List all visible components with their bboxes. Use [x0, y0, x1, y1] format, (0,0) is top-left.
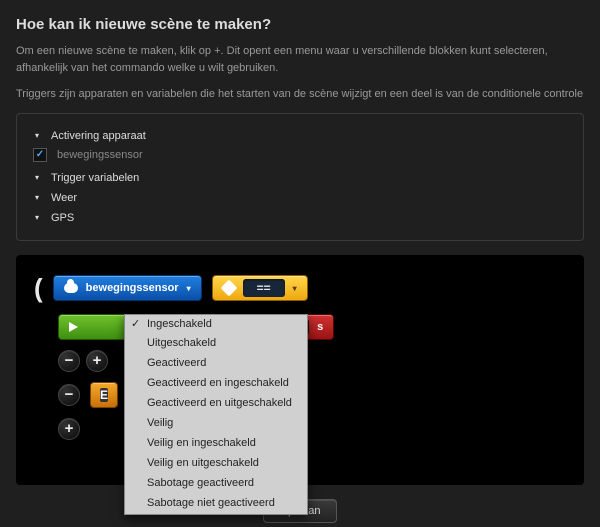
scene-builder: ( bewegingssensor ▾ == ▾ 0 s − +	[16, 255, 584, 485]
dropdown-option[interactable]: Geactiveerd en ingeschakeld	[125, 374, 307, 394]
chevron-down-icon: ▾	[33, 213, 41, 222]
triggers-text: Triggers zijn apparaten en variabelen di…	[16, 86, 584, 103]
group-weer[interactable]: ▾ Weer	[33, 188, 567, 208]
dropdown-option[interactable]: Veilig en ingeschakeld	[125, 434, 307, 454]
dropdown-option[interactable]: Geactiveerd	[125, 354, 307, 374]
group-activering-apparaat[interactable]: ▾ Activering apparaat	[33, 126, 567, 146]
checkbox-checked-icon[interactable]: ✓	[33, 148, 47, 162]
device-block[interactable]: bewegingssensor ▾	[53, 275, 202, 301]
chevron-down-icon: ▾	[33, 193, 41, 202]
device-label: bewegingssensor	[86, 282, 179, 294]
chevron-down-icon: ▾	[33, 131, 41, 140]
intro-text: Om een nieuwe scène te maken, klik op +.…	[16, 43, 584, 76]
dropdown-option[interactable]: Veilig en uitgeschakeld	[125, 454, 307, 474]
add-block-button[interactable]: +	[58, 418, 80, 440]
operator-value: ==	[243, 279, 285, 297]
state-dropdown[interactable]: Ingeschakeld Uitgeschakeld Geactiveerd G…	[124, 314, 308, 515]
group-label: Trigger variabelen	[51, 172, 139, 184]
dropdown-option[interactable]: Ingeschakeld	[125, 315, 307, 335]
else-block[interactable]: E	[90, 382, 118, 408]
chevron-down-icon: ▾	[187, 284, 191, 293]
dropdown-option[interactable]: Uitgeschakeld	[125, 334, 307, 354]
dropdown-option[interactable]: Geactiveerd en uitgeschakeld	[125, 394, 307, 414]
delay-unit: s	[317, 321, 323, 333]
chevron-down-icon: ▾	[33, 173, 41, 182]
operator-block[interactable]: == ▾	[212, 275, 308, 301]
remove-action-button[interactable]: −	[58, 350, 80, 372]
page-title: Hoe kan ik nieuwe scène te maken?	[16, 16, 584, 33]
group-label: GPS	[51, 212, 74, 224]
remove-else-button[interactable]: −	[58, 384, 80, 406]
else-icon: E	[100, 388, 108, 402]
dropdown-option[interactable]: Sabotage niet geactiveerd	[125, 494, 307, 514]
trigger-device-label: bewegingssensor	[57, 149, 143, 161]
condition-row: ( bewegingssensor ▾ == ▾	[34, 273, 566, 304]
play-icon	[69, 322, 78, 332]
group-label: Activering apparaat	[51, 130, 146, 142]
chevron-down-icon: ▾	[293, 284, 297, 293]
add-action-button[interactable]: +	[86, 350, 108, 372]
open-paren: (	[34, 273, 43, 304]
group-gps[interactable]: ▾ GPS	[33, 208, 567, 228]
diamond-icon	[220, 280, 237, 297]
group-label: Weer	[51, 192, 77, 204]
dropdown-option[interactable]: Sabotage geactiveerd	[125, 474, 307, 494]
group-trigger-variabelen[interactable]: ▾ Trigger variabelen	[33, 168, 567, 188]
dropdown-option[interactable]: Veilig	[125, 414, 307, 434]
device-icon	[64, 283, 78, 293]
trigger-groups-panel: ▾ Activering apparaat ✓ bewegingssensor …	[16, 113, 584, 241]
trigger-device-item[interactable]: ✓ bewegingssensor	[33, 146, 567, 168]
